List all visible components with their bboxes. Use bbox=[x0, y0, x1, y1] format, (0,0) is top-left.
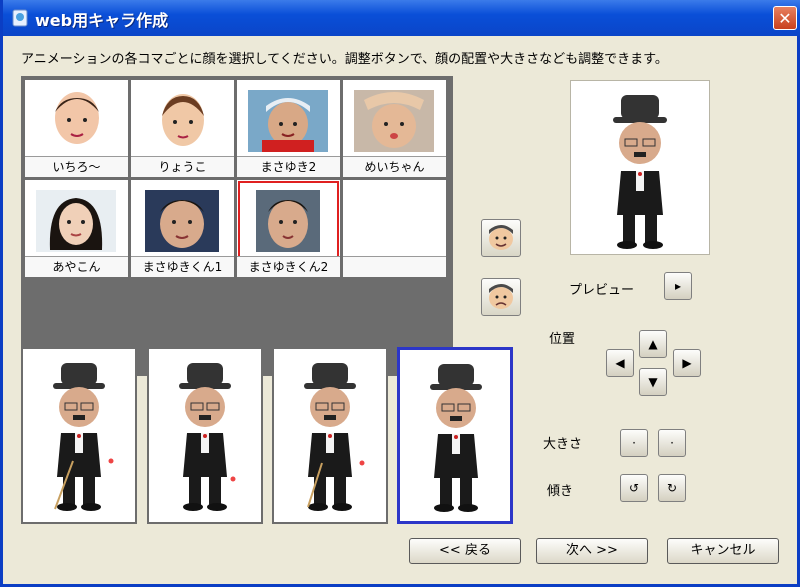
face-label: いちろ～ bbox=[25, 156, 128, 177]
character-figure bbox=[179, 363, 236, 511]
close-icon: ✕ bbox=[778, 8, 792, 28]
next-button[interactable]: 次へ >> bbox=[536, 538, 648, 564]
preview-area bbox=[570, 80, 710, 255]
face-label: りょうこ bbox=[131, 156, 234, 177]
face-label: まさゆきくん2 bbox=[237, 256, 340, 277]
face-label: めいちゃん bbox=[343, 156, 446, 177]
face-label: まさゆき2 bbox=[237, 156, 340, 177]
move-up-button[interactable]: ▲ bbox=[639, 330, 667, 358]
shrink-button[interactable]: · bbox=[620, 429, 648, 457]
instruction-text: アニメーションの各コマごとに顔を選択してください。調整ボタンで、顔の配置や大きさ… bbox=[21, 52, 668, 67]
face-photo bbox=[161, 94, 204, 146]
face-photo bbox=[145, 190, 219, 252]
rotate-cw-button[interactable]: ↻ bbox=[658, 474, 686, 502]
close-button[interactable]: ✕ bbox=[773, 6, 797, 30]
face-label: あやこん bbox=[25, 256, 128, 277]
face-cell-ayakon[interactable]: あやこん bbox=[25, 180, 128, 277]
face-cell-empty[interactable] bbox=[343, 180, 446, 277]
rotate-ccw-icon: ↺ bbox=[628, 481, 640, 495]
character-figure bbox=[53, 363, 114, 511]
move-down-button[interactable]: ▼ bbox=[639, 368, 667, 396]
face-cell-masayuki2[interactable]: まさゆき2 bbox=[237, 80, 340, 177]
back-button[interactable]: << 戻る bbox=[409, 538, 521, 564]
arrow-left-icon: ◀ bbox=[615, 356, 625, 370]
window-title: web用キャラ作成 bbox=[35, 11, 169, 30]
animation-frame-2[interactable] bbox=[147, 347, 263, 524]
move-right-button[interactable]: ▶ bbox=[673, 349, 701, 377]
play-icon: ▸ bbox=[674, 279, 682, 293]
face-photo bbox=[36, 190, 116, 252]
arrow-up-icon: ▲ bbox=[648, 337, 658, 351]
face-cell-ichiro[interactable]: いちろ～ bbox=[25, 80, 128, 177]
preview-play-button[interactable]: ▸ bbox=[664, 272, 692, 300]
dialog-window: web用キャラ作成 ✕ アニメーションの各コマごとに顔を選択してください。調整ボ… bbox=[0, 0, 800, 587]
cancel-button[interactable]: キャンセル bbox=[667, 538, 779, 564]
face-photo bbox=[354, 90, 434, 152]
character-figure bbox=[430, 364, 482, 512]
rotate-cw-icon: ↻ bbox=[666, 481, 678, 495]
face-photo bbox=[54, 92, 99, 144]
rotate-ccw-button[interactable]: ↺ bbox=[620, 474, 648, 502]
enlarge-icon: · bbox=[670, 436, 674, 450]
enlarge-button[interactable]: · bbox=[658, 429, 686, 457]
animation-frame-1[interactable] bbox=[21, 347, 137, 524]
face-angry-icon bbox=[489, 284, 513, 309]
position-label: 位置 bbox=[549, 332, 576, 347]
animation-frame-3[interactable] bbox=[272, 347, 388, 524]
arrow-down-icon: ▼ bbox=[648, 375, 658, 389]
face-grid: いちろ～ りょうこ まさゆき2 めいちゃん あやこん まさゆきくん1 まさゆきく… bbox=[21, 76, 453, 376]
preview-character bbox=[613, 95, 667, 249]
shrink-icon: · bbox=[632, 436, 636, 450]
character-figure bbox=[304, 363, 365, 511]
size-label: 大きさ bbox=[543, 437, 583, 452]
face-adjust-button-1[interactable] bbox=[481, 219, 521, 257]
app-icon bbox=[12, 9, 28, 27]
animation-frame-4[interactable] bbox=[397, 347, 513, 524]
face-adjust-button-2[interactable] bbox=[481, 278, 521, 316]
tilt-label: 傾き bbox=[547, 484, 574, 499]
face-label bbox=[343, 256, 446, 277]
move-left-button[interactable]: ◀ bbox=[606, 349, 634, 377]
preview-label: プレビュー bbox=[569, 283, 635, 298]
face-smile-icon bbox=[489, 225, 513, 250]
face-photo bbox=[248, 90, 328, 152]
arrow-right-icon: ▶ bbox=[682, 356, 692, 370]
title-bar: web用キャラ作成 ✕ bbox=[3, 0, 800, 36]
face-cell-ryoko[interactable]: りょうこ bbox=[131, 80, 234, 177]
face-label: まさゆきくん1 bbox=[131, 256, 234, 277]
face-cell-masayukikun2[interactable]: まさゆきくん2 bbox=[237, 180, 340, 277]
face-photo bbox=[256, 190, 320, 252]
face-cell-masayukikun1[interactable]: まさゆきくん1 bbox=[131, 180, 234, 277]
face-cell-meichan[interactable]: めいちゃん bbox=[343, 80, 446, 177]
